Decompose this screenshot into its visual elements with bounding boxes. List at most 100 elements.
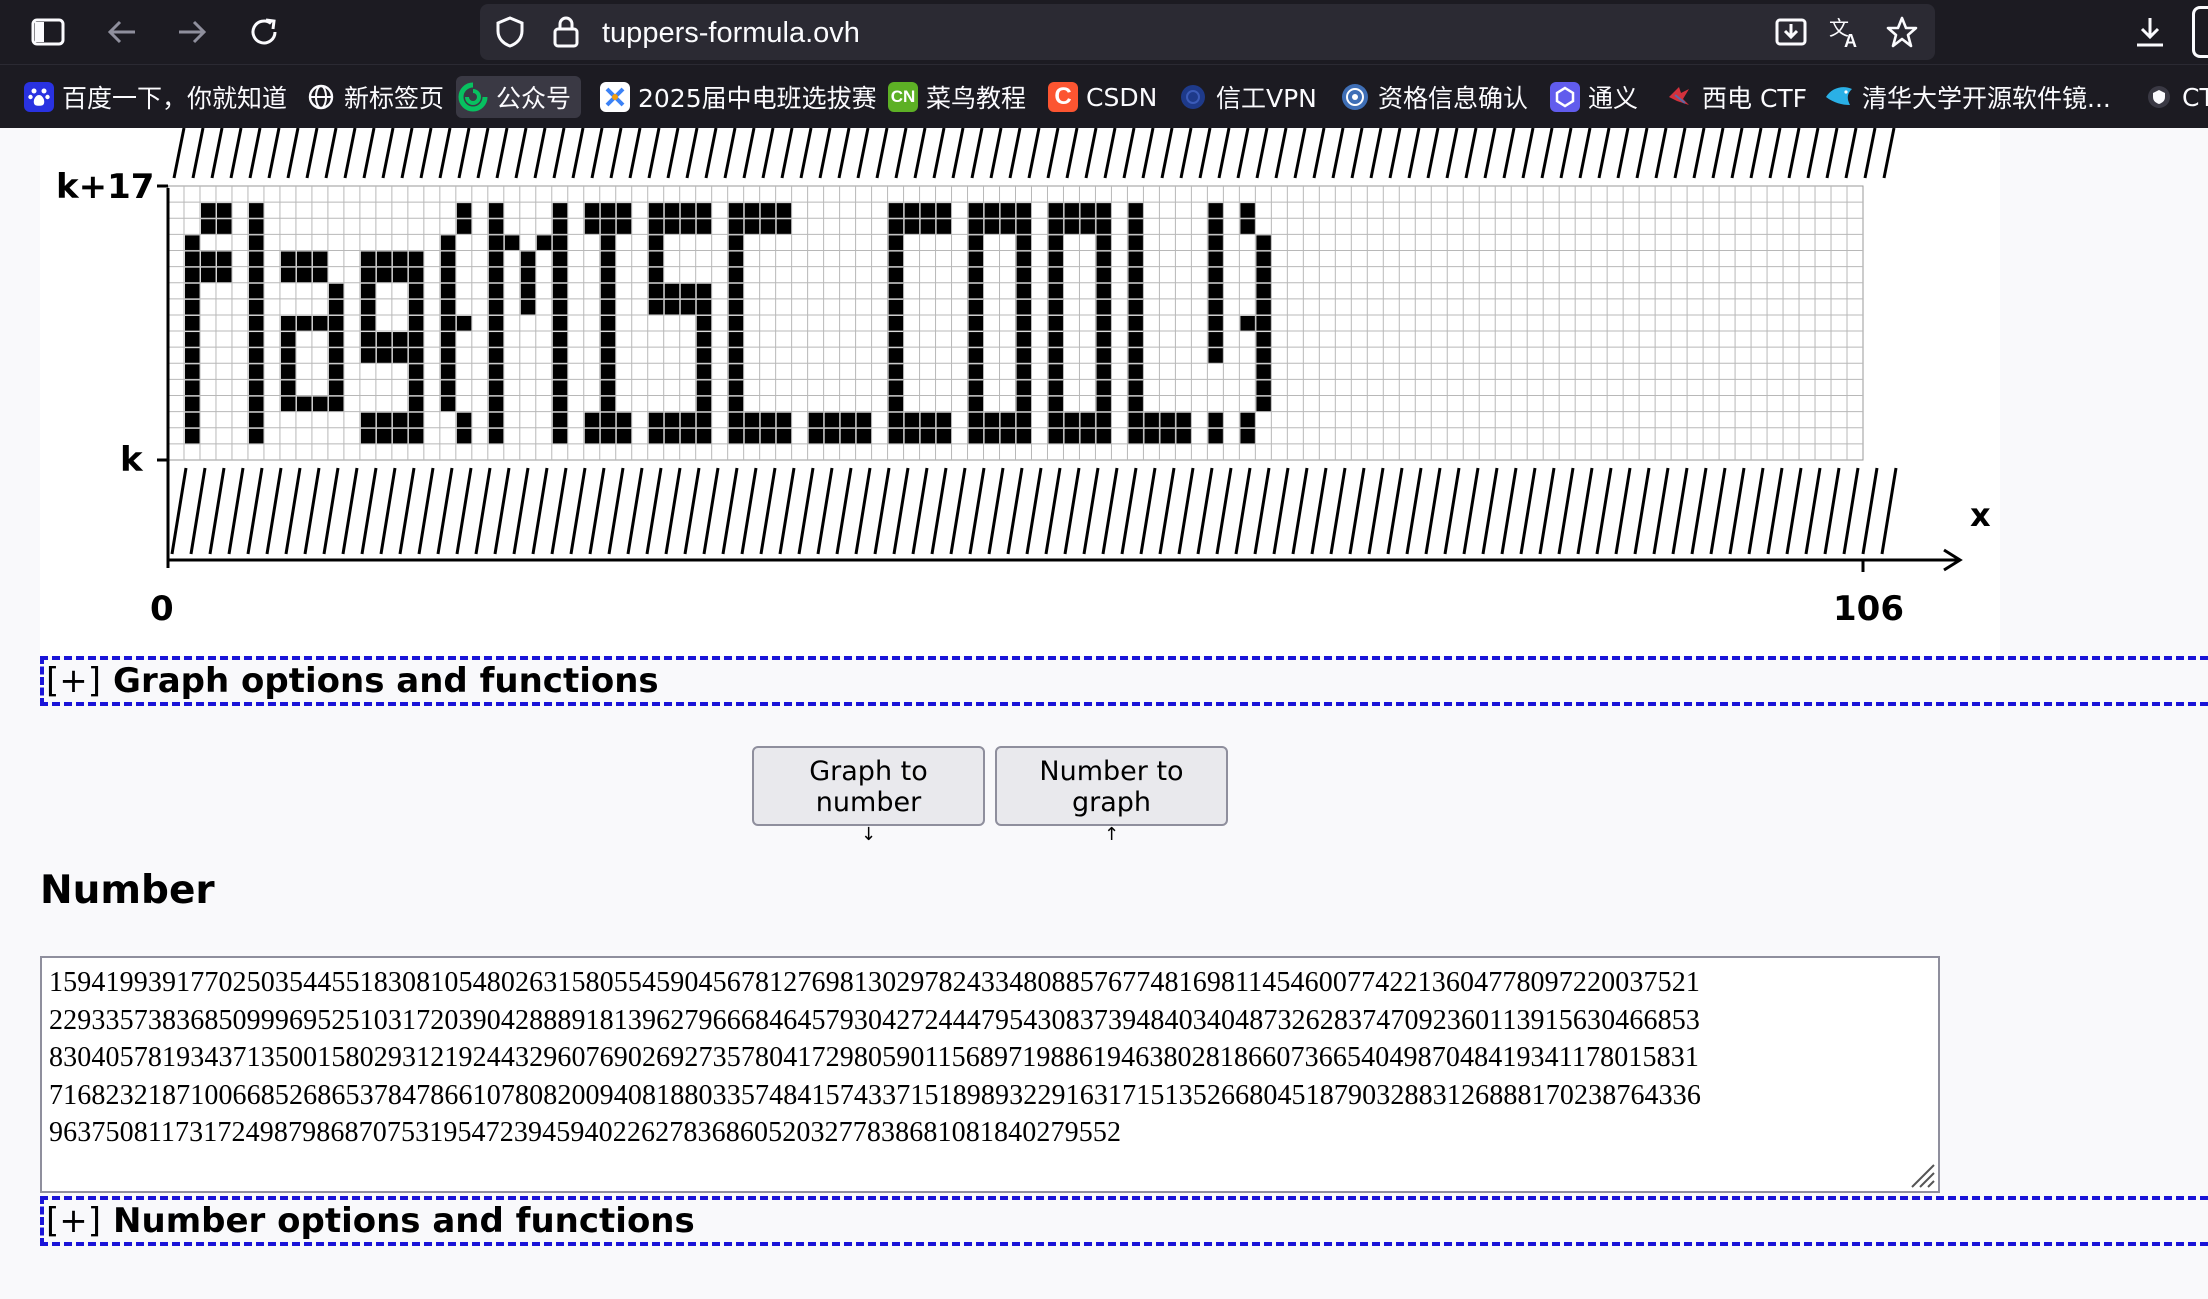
hatch-bottom: [170, 467, 1898, 555]
translate-icon[interactable]: 文A: [1828, 14, 1864, 50]
number-line[interactable]: 8304057819343713500158029312192443296076…: [49, 1039, 1938, 1077]
bookmark-tongyi[interactable]: 通义: [1548, 76, 1648, 118]
number-line[interactable]: 2293357383685099969525103172039042888918…: [49, 1002, 1938, 1040]
tupper-graph[interactable]: k+17 k x 0 106: [40, 127, 2000, 656]
bitmap-pixel: [488, 315, 504, 331]
hatch-stroke: [1825, 127, 1839, 179]
bitmap-pixel: [600, 283, 616, 299]
hatch-stroke: [1709, 467, 1727, 555]
bitmap-pixel: [728, 299, 744, 315]
hatch-stroke: [721, 467, 739, 555]
bookmark-gongzhonghao[interactable]: 公众号: [456, 76, 582, 118]
bitmap-pixel: [328, 348, 344, 363]
bitmap-pixel: [1000, 412, 1015, 428]
bookmark-label: CSDN: [1086, 82, 1158, 112]
number-line[interactable]: 7168232187100668526865378478661078082009…: [49, 1077, 1938, 1115]
shield-icon[interactable]: [492, 14, 528, 50]
back-icon[interactable]: [104, 14, 140, 50]
bitmap-pixel: [376, 251, 392, 267]
bitmap-pixel: [888, 219, 904, 234]
forward-icon[interactable]: [174, 14, 210, 50]
bitmap-pixel: [1016, 364, 1031, 379]
bitmap-pixel: [1016, 428, 1031, 444]
number-textarea[interactable]: 1594199391770250354455183081054802631580…: [40, 956, 1940, 1193]
hatch-stroke: [932, 127, 946, 179]
bookmark-tuna[interactable]: 清华大学开源软件镜...: [1822, 76, 2121, 118]
bitmap-pixel: [1000, 428, 1015, 444]
overflow-menu-icon[interactable]: [2192, 6, 2208, 58]
downloads-icon[interactable]: [2132, 14, 2168, 50]
lock-icon[interactable]: [548, 14, 584, 50]
hatch-stroke: [1673, 127, 1687, 179]
number-line[interactable]: 1594199391770250354455183081054802631580…: [49, 964, 1938, 1002]
number-options-label[interactable]: Number options and functions: [113, 1201, 695, 1241]
bitmap-pixel: [728, 219, 744, 234]
bitmap-pixel: [1096, 332, 1111, 347]
number-to-graph-button[interactable]: Number to graph ↑: [995, 746, 1228, 845]
hatch-stroke: [286, 127, 300, 179]
hatch-stroke: [1483, 127, 1497, 179]
hatch-stroke: [1008, 127, 1022, 179]
bitmap-pixel: [600, 380, 616, 396]
sidebar-toggle-icon[interactable]: [30, 14, 66, 50]
label-x-axis: x: [1970, 496, 1991, 534]
bookmark-baidu[interactable]: 百度一下，你就知道: [22, 76, 297, 118]
expand-toggle[interactable]: [+]: [46, 1201, 101, 1241]
bitmap-pixel: [392, 267, 408, 283]
bitmap-pixel: [408, 412, 424, 428]
bitmap-pixel: [600, 412, 616, 428]
bitmap-pixel: [488, 251, 504, 267]
bookmark-new-tab[interactable]: 新标签页: [304, 76, 454, 118]
label-k: k: [120, 440, 144, 480]
hatch-stroke: [571, 127, 585, 179]
bitmap-pixel: [1144, 428, 1159, 444]
url-text[interactable]: tuppers-formula.ovh: [602, 17, 860, 50]
bitmap-pixel: [520, 283, 536, 299]
graph-options-toggle[interactable]: [+] Graph options and functions: [40, 656, 2208, 706]
bitmap-pixel: [1160, 412, 1175, 428]
hatch-stroke: [609, 127, 623, 179]
bitmap-pixel: [1000, 219, 1015, 234]
graph-canvas[interactable]: k+17 k x 0 106: [40, 127, 2000, 656]
resize-handle-icon[interactable]: [1906, 1159, 1936, 1189]
bitmap-pixel: [552, 299, 568, 315]
bookmark-ct[interactable]: CT: [2142, 76, 2208, 118]
bookmark-star-icon[interactable]: [1884, 14, 1920, 50]
hatch-stroke: [1711, 127, 1725, 179]
hatch-stroke: [742, 127, 756, 179]
hatch-stroke: [1025, 467, 1043, 555]
bookmark-csdn[interactable]: C CSDN: [1046, 76, 1167, 118]
save-page-icon[interactable]: [1773, 14, 1809, 50]
hatch-stroke: [1215, 467, 1233, 555]
graph-to-number-button[interactable]: Graph to number ↓: [752, 746, 985, 845]
bitmap-pixel: [408, 299, 424, 315]
bitmap-pixel: [360, 251, 376, 267]
bitmap-pixel: [984, 428, 1000, 444]
expand-toggle[interactable]: [+]: [46, 661, 101, 701]
seal-icon: [1340, 82, 1370, 112]
number-options-toggle[interactable]: [+] Number options and functions: [40, 1196, 2208, 1246]
bookmark-xidian-ctf[interactable]: 西电 CTF: [1662, 76, 1817, 118]
bookmark-contest[interactable]: 2025届中电班选拔赛: [598, 76, 887, 118]
hatch-stroke: [1367, 467, 1385, 555]
bookmark-vpn[interactable]: 信工VPN: [1176, 76, 1327, 118]
reload-icon[interactable]: [246, 14, 282, 50]
bookmark-qualification[interactable]: 资格信息确认: [1338, 76, 1538, 118]
bitmap-pixel: [488, 299, 504, 315]
bitmap-pixel: [1096, 251, 1111, 267]
bitmap-pixel: [1048, 348, 1063, 363]
number-line[interactable]: 9637508117317249879868707531954723945940…: [49, 1114, 1938, 1152]
bitmap-pixel: [248, 315, 264, 331]
bitmap-pixel: [328, 364, 344, 379]
bookmark-runoob[interactable]: CN 菜鸟教程: [886, 76, 1036, 118]
url-bar[interactable]: tuppers-formula.ovh 文A: [480, 4, 1935, 60]
bitmap-pixel: [1096, 428, 1111, 444]
bitmap-pixel: [1096, 267, 1111, 283]
bitmap-pixel: [696, 412, 712, 428]
bitmap-pixel: [488, 348, 504, 363]
graph-options-label[interactable]: Graph options and functions: [113, 661, 659, 701]
hatch-stroke: [1635, 127, 1649, 179]
bitmap-pixel: [200, 267, 216, 283]
bitmap-pixel: [1208, 283, 1223, 299]
bitmap-pixel: [888, 348, 904, 363]
